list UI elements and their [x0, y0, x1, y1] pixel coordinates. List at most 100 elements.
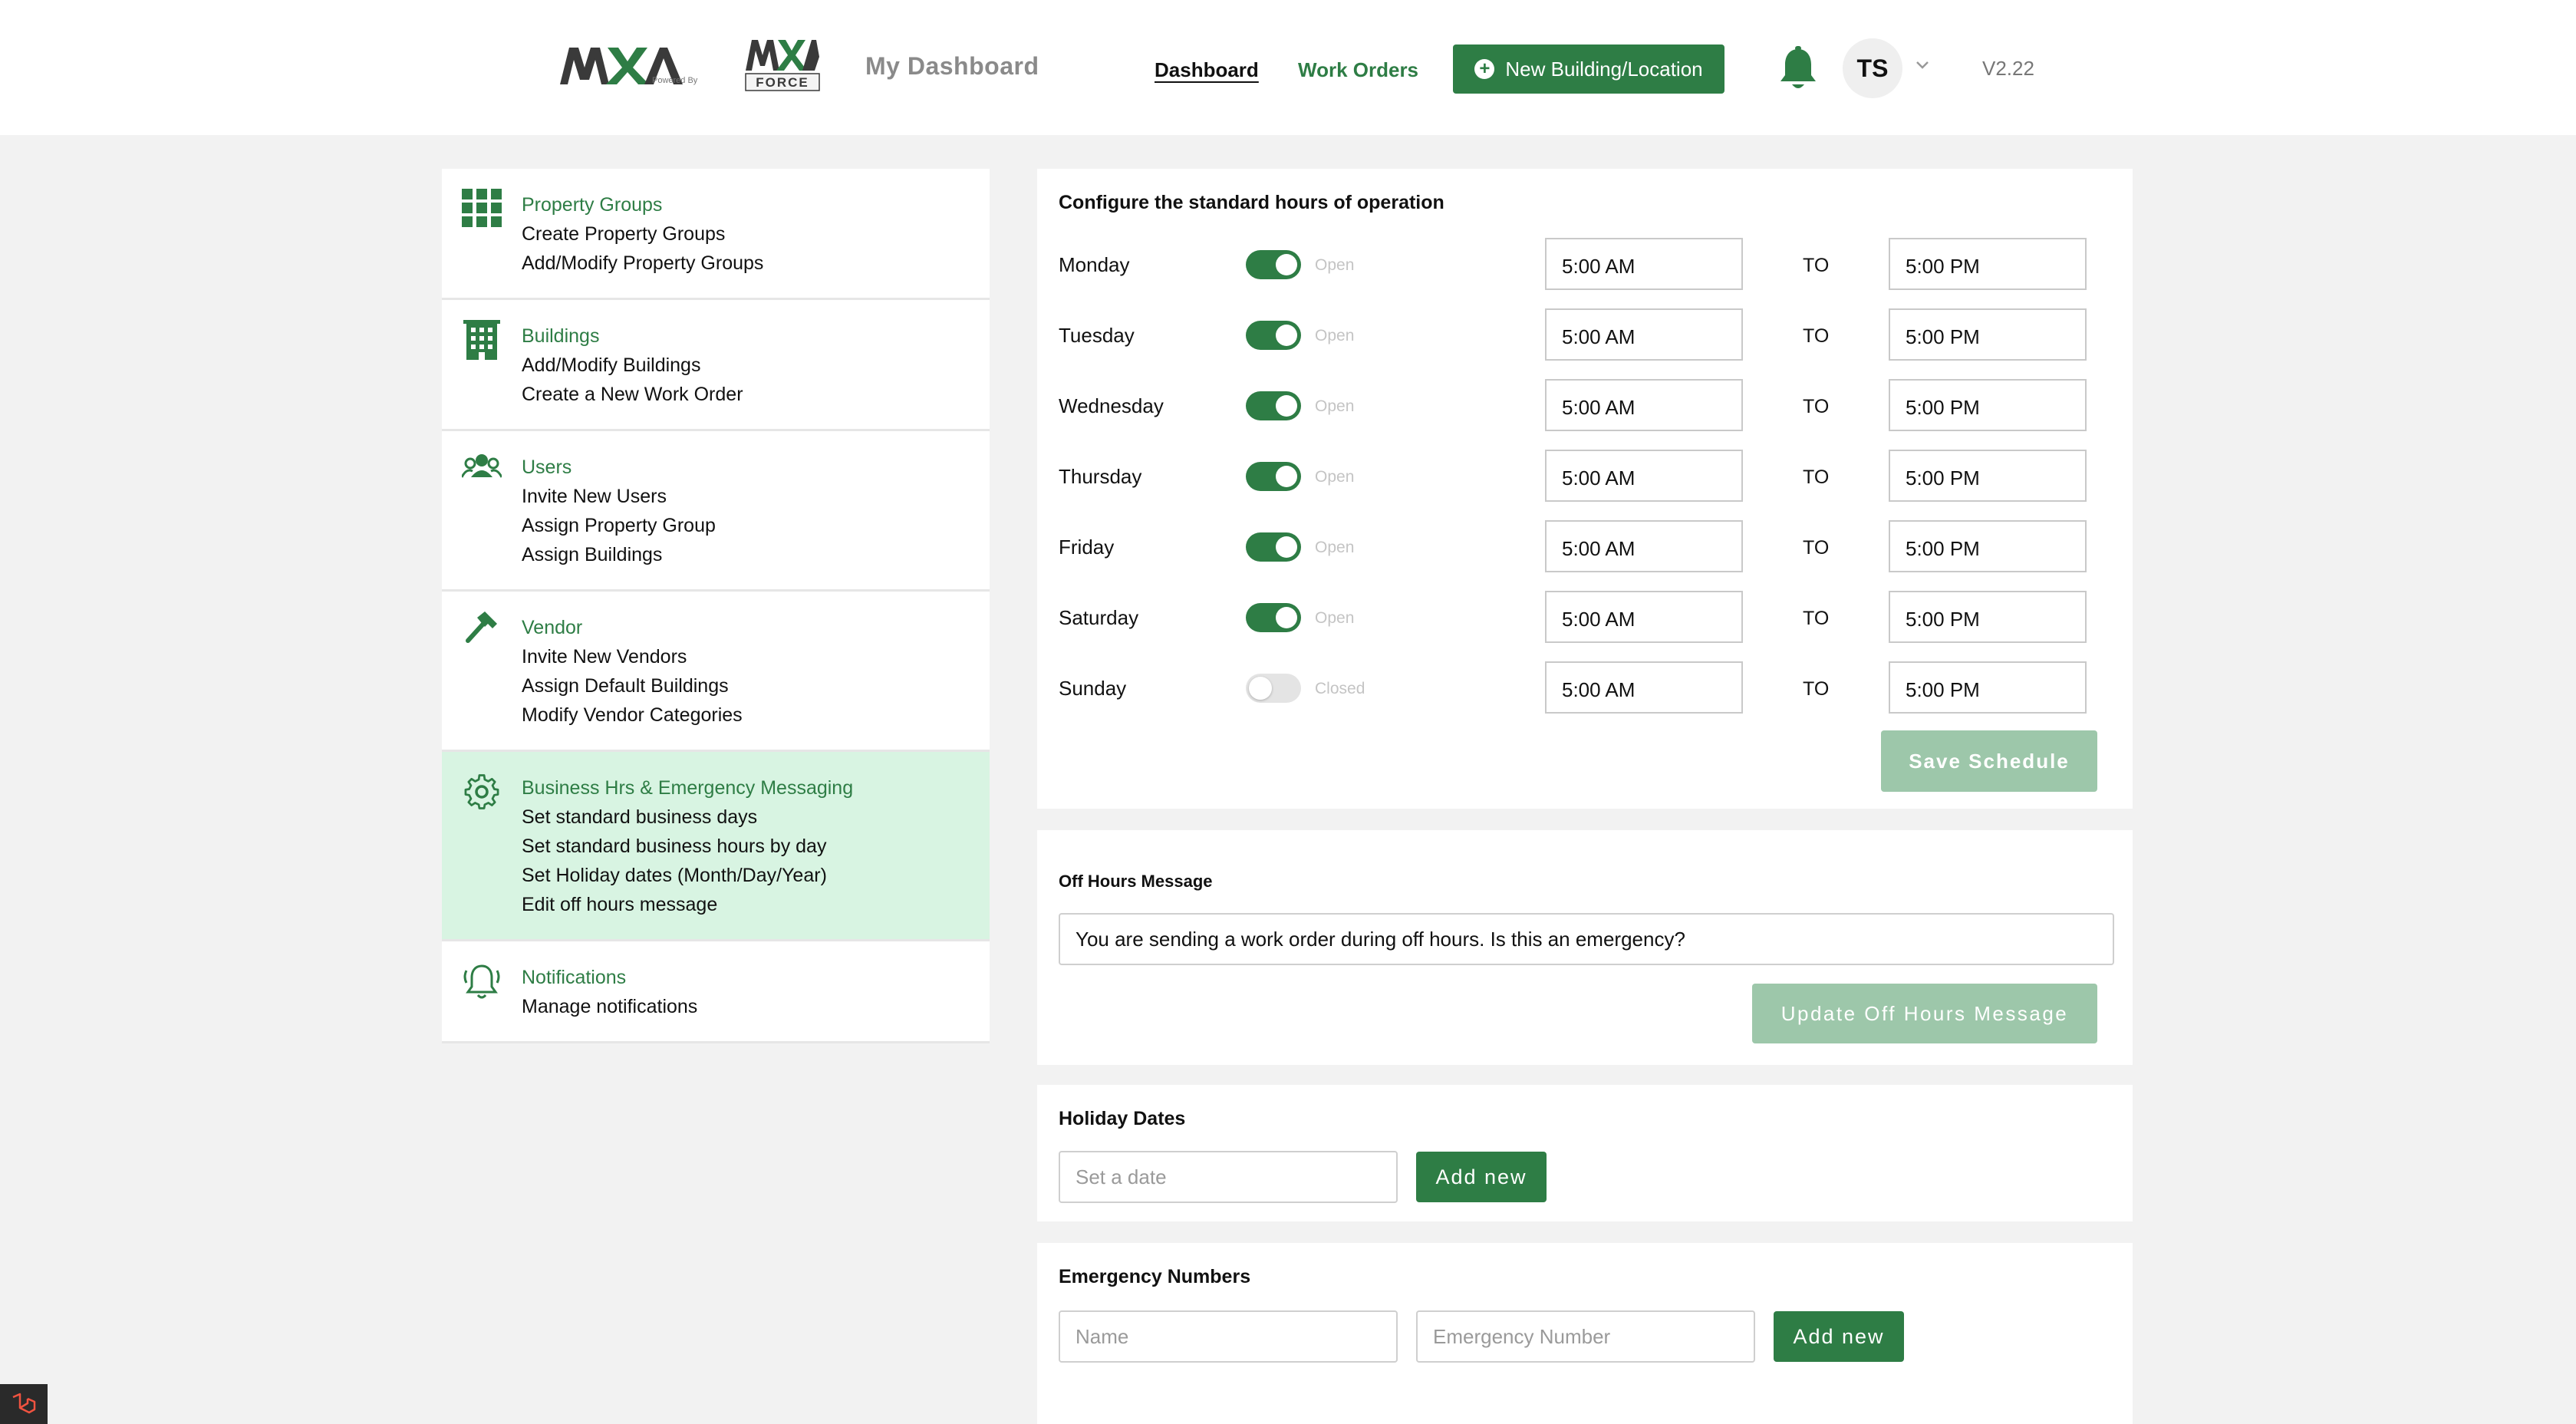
- day-name: Tuesday: [1059, 324, 1135, 347]
- toggle-knob: [1276, 254, 1297, 275]
- sidebar-link[interactable]: Assign Buildings: [522, 540, 974, 569]
- to-label: TO: [1803, 678, 1830, 700]
- sidebar-link[interactable]: Invite New Users: [522, 482, 974, 511]
- nav-dashboard-link[interactable]: Dashboard: [1155, 58, 1259, 82]
- to-label: TO: [1803, 396, 1830, 417]
- open-time-input[interactable]: 5:00 AM: [1545, 591, 1743, 643]
- day-open-toggle[interactable]: [1246, 391, 1301, 420]
- sidebar-link[interactable]: Create Property Groups: [522, 219, 974, 249]
- sidebar-item-property-groups[interactable]: Property Groups Create Property Groups A…: [442, 169, 990, 300]
- close-time-input[interactable]: 5:00 PM: [1889, 379, 2087, 431]
- close-time-input[interactable]: 5:00 PM: [1889, 661, 2087, 714]
- sidebar-item-title[interactable]: Business Hrs & Emergency Messaging: [522, 773, 974, 803]
- toggle-status-label: Open: [1315, 397, 1355, 415]
- gear-icon: [464, 774, 499, 809]
- sidebar-item-notifications[interactable]: Notifications Manage notifications: [442, 941, 990, 1043]
- day-open-toggle[interactable]: [1246, 250, 1301, 279]
- sidebar-link[interactable]: Edit off hours message: [522, 890, 974, 919]
- sidebar-link[interactable]: Create a New Work Order: [522, 380, 974, 409]
- sidebar-link[interactable]: Assign Property Group: [522, 511, 974, 540]
- day-open-toggle[interactable]: [1246, 462, 1301, 491]
- app-version: V2.22: [1982, 57, 2034, 80]
- day-open-toggle[interactable]: [1246, 532, 1301, 562]
- mxa-logo[interactable]: Powered By: [558, 40, 704, 91]
- toggle-knob: [1276, 466, 1297, 487]
- hammer-icon: [466, 611, 497, 643]
- open-time-input[interactable]: 5:00 AM: [1545, 379, 1743, 431]
- day-name: Monday: [1059, 253, 1130, 276]
- toggle-status-label: Closed: [1315, 680, 1365, 697]
- sidebar-item-title[interactable]: Vendor: [522, 613, 974, 642]
- chevron-down-icon[interactable]: [1915, 60, 1930, 71]
- sidebar-item-buildings[interactable]: Buildings Add/Modify Buildings Create a …: [442, 300, 990, 431]
- sidebar-item-title[interactable]: Users: [522, 453, 974, 482]
- toggle-knob: [1276, 325, 1297, 346]
- mxa-force-logo[interactable]: FORCE: [744, 34, 821, 92]
- day-name: Thursday: [1059, 465, 1142, 488]
- to-label: TO: [1803, 537, 1830, 559]
- add-emergency-button[interactable]: Add new: [1774, 1311, 1904, 1362]
- sidebar-link[interactable]: Invite New Vendors: [522, 642, 974, 671]
- off-hours-message-input[interactable]: You are sending a work order during off …: [1059, 913, 2114, 965]
- toggle-knob: [1276, 607, 1297, 628]
- emergency-heading: Emergency Numbers: [1059, 1266, 1251, 1287]
- day-open-toggle[interactable]: [1246, 674, 1301, 703]
- close-time-input[interactable]: 5:00 PM: [1889, 238, 2087, 290]
- sidebar-item-title[interactable]: Buildings: [522, 321, 974, 351]
- to-label: TO: [1803, 325, 1830, 347]
- sidebar-link[interactable]: Add/Modify Buildings: [522, 351, 974, 380]
- open-time-input[interactable]: 5:00 AM: [1545, 661, 1743, 714]
- emergency-name-input[interactable]: Name: [1059, 1310, 1398, 1363]
- close-time-input[interactable]: 5:00 PM: [1889, 520, 2087, 572]
- grid-icon: [462, 189, 502, 227]
- update-off-hours-button[interactable]: Update Off Hours Message: [1752, 984, 2097, 1043]
- day-row-tuesday: Tuesday Open 5:00 AM TO 5:00 PM: [1037, 308, 2133, 362]
- holiday-date-input[interactable]: Set a date: [1059, 1151, 1398, 1203]
- close-time-input[interactable]: 5:00 PM: [1889, 308, 2087, 361]
- toggle-status-label: Open: [1315, 327, 1355, 344]
- sidebar-link[interactable]: Set Holiday dates (Month/Day/Year): [522, 861, 974, 890]
- bell-ring-icon: [463, 964, 500, 999]
- user-avatar[interactable]: TS: [1843, 38, 1902, 98]
- toggle-status-label: Open: [1315, 468, 1355, 486]
- day-open-toggle[interactable]: [1246, 603, 1301, 632]
- hours-heading: Configure the standard hours of operatio…: [1059, 192, 1444, 213]
- open-time-input[interactable]: 5:00 AM: [1545, 308, 1743, 361]
- save-schedule-button[interactable]: Save Schedule: [1881, 730, 2097, 792]
- sidebar-item-vendor[interactable]: Vendor Invite New Vendors Assign Default…: [442, 592, 990, 752]
- business-hours-card: Configure the standard hours of operatio…: [1037, 169, 2133, 809]
- off-hours-heading: Off Hours Message: [1059, 872, 1213, 891]
- sidebar-link[interactable]: Set standard business days: [522, 803, 974, 832]
- add-holiday-button[interactable]: Add new: [1416, 1152, 1547, 1202]
- toggle-status-label: Open: [1315, 539, 1355, 556]
- sidebar-link[interactable]: Set standard business hours by day: [522, 832, 974, 861]
- debug-toolbar-icon[interactable]: [0, 1384, 48, 1424]
- emergency-number-input[interactable]: Emergency Number: [1416, 1310, 1755, 1363]
- holiday-heading: Holiday Dates: [1059, 1108, 1186, 1129]
- day-row-monday: Monday Open 5:00 AM TO 5:00 PM: [1037, 238, 2133, 292]
- off-hours-message-card: Off Hours Message You are sending a work…: [1037, 830, 2133, 1065]
- open-time-input[interactable]: 5:00 AM: [1545, 238, 1743, 290]
- sidebar-item-users[interactable]: Users Invite New Users Assign Property G…: [442, 431, 990, 592]
- open-time-input[interactable]: 5:00 AM: [1545, 520, 1743, 572]
- open-time-input[interactable]: 5:00 AM: [1545, 450, 1743, 502]
- close-time-input[interactable]: 5:00 PM: [1889, 591, 2087, 643]
- settings-sidebar: Property Groups Create Property Groups A…: [442, 169, 990, 1043]
- nav-work-orders-link[interactable]: Work Orders: [1298, 58, 1418, 82]
- sidebar-link[interactable]: Modify Vendor Categories: [522, 700, 974, 730]
- sidebar-item-title[interactable]: Notifications: [522, 963, 974, 992]
- sidebar-link[interactable]: Add/Modify Property Groups: [522, 249, 974, 278]
- notification-bell-icon[interactable]: [1778, 46, 1818, 92]
- toggle-knob: [1249, 677, 1272, 700]
- sidebar-item-title[interactable]: Property Groups: [522, 190, 974, 219]
- day-name: Saturday: [1059, 606, 1139, 629]
- new-building-button[interactable]: + New Building/Location: [1453, 44, 1724, 94]
- page-title: My Dashboard: [865, 52, 1039, 80]
- day-row-thursday: Thursday Open 5:00 AM TO 5:00 PM: [1037, 450, 2133, 503]
- sidebar-item-business-hours[interactable]: Business Hrs & Emergency Messaging Set s…: [442, 752, 990, 941]
- toggle-knob: [1276, 536, 1297, 558]
- sidebar-link[interactable]: Manage notifications: [522, 992, 974, 1021]
- day-open-toggle[interactable]: [1246, 321, 1301, 350]
- close-time-input[interactable]: 5:00 PM: [1889, 450, 2087, 502]
- sidebar-link[interactable]: Assign Default Buildings: [522, 671, 974, 700]
